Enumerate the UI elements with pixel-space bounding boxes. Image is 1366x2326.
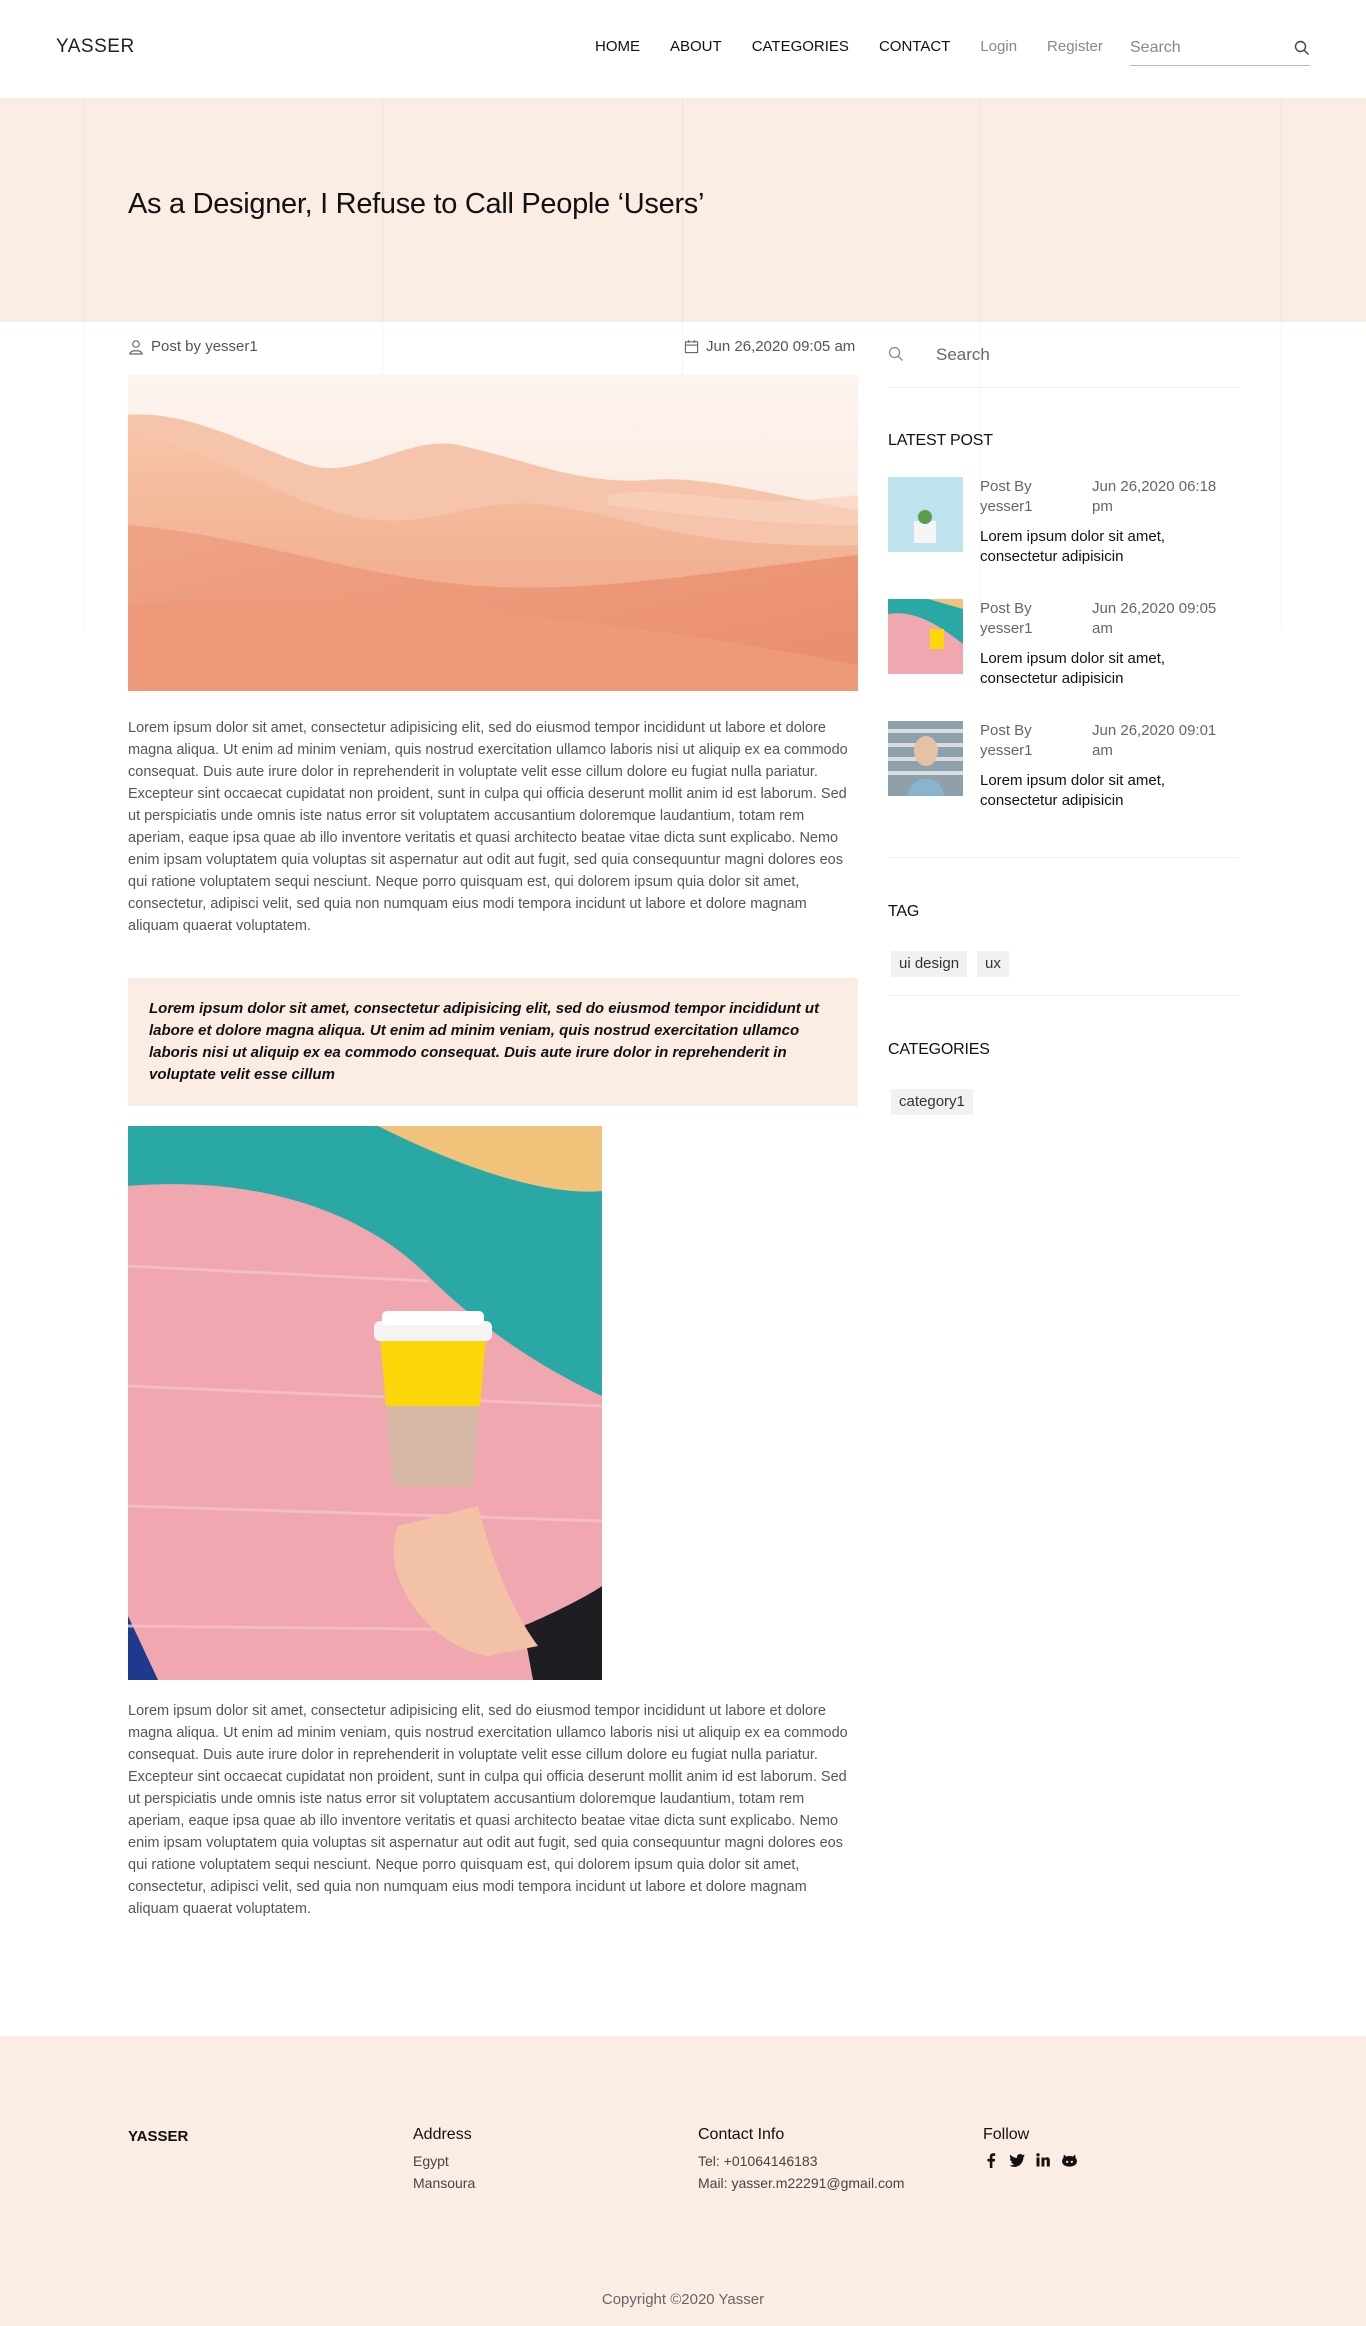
post-image-coffee-cup [128, 1126, 602, 1680]
user-icon [129, 339, 143, 355]
footer-contact: Contact Info Tel: +01064146183 Mail: yas… [698, 2126, 904, 2194]
facebook-icon[interactable] [983, 2152, 999, 2168]
footer-address-line: Egypt [413, 2153, 449, 2169]
latest-post-item[interactable]: Post By yesser1 Jun 26,2020 06:18 pm Lor… [888, 477, 1238, 577]
post-paragraph-1: Lorem ipsum dolor sit amet, consectetur … [128, 720, 848, 934]
twitter-icon[interactable] [1009, 2152, 1025, 2168]
footer-address-line: Mansoura [413, 2175, 476, 2191]
nav-home[interactable]: HOME [595, 38, 640, 55]
social-links [983, 2152, 1077, 2168]
calendar-icon [684, 339, 699, 354]
latest-post-author: Post By yesser1 [980, 478, 1033, 515]
sidebar-divider [888, 857, 1238, 858]
latest-post-title[interactable]: Lorem ipsum dolor sit amet, consectetur … [980, 527, 1240, 567]
footer-follow-heading: Follow [983, 2126, 1030, 2143]
tag-chip-ui-design[interactable]: ui design [891, 951, 968, 977]
sidebar-search-input[interactable] [936, 340, 1216, 370]
tag-heading: TAG [888, 903, 920, 920]
sidebar-search [888, 338, 1238, 388]
latest-post-author: Post By yesser1 [980, 600, 1033, 637]
footer-contact-mail[interactable]: Mail: yasser.m22291@gmail.com [698, 2172, 904, 2194]
decorative-grid-line [1281, 98, 1282, 628]
footer-contact-tel[interactable]: Tel: +01064146183 [698, 2150, 904, 2172]
nav-login[interactable]: Login [980, 38, 1017, 55]
latest-post-title[interactable]: Lorem ipsum dolor sit amet, consectetur … [980, 771, 1240, 811]
site-footer: YASSER Address Egypt Mansoura Contact In… [0, 2036, 1366, 2326]
post-blockquote: Lorem ipsum dolor sit amet, consectetur … [128, 978, 858, 1106]
footer-address: Address Egypt Mansoura [413, 2126, 475, 2194]
page-title: As a Designer, I Refuse to Call People ‘… [128, 188, 705, 220]
post-date-text: Jun 26,2020 09:05 am [706, 338, 856, 355]
site-header: YASSER HOME ABOUT CATEGORIES CONTACT Log… [0, 0, 1366, 98]
nav-categories[interactable]: CATEGORIES [752, 38, 849, 55]
github-icon[interactable] [1061, 2152, 1077, 2168]
copyright: Copyright ©2020 Yasser [601, 2291, 765, 2308]
latest-post-author: Post By yesser1 [980, 722, 1033, 759]
nav-contact[interactable]: CONTACT [879, 38, 950, 55]
nav-about[interactable]: ABOUT [670, 38, 722, 55]
latest-post-item[interactable]: Post By yesser1 Jun 26,2020 09:01 am Lor… [888, 721, 1238, 821]
post-date: Jun 26,2020 09:05 am [684, 338, 855, 355]
latest-post-date: Jun 26,2020 09:05 am [1092, 600, 1217, 637]
post-paragraph-2: Lorem ipsum dolor sit amet, consectetur … [128, 1703, 848, 1917]
post-hero-image-desert [128, 375, 858, 691]
post-author-text: Post by yesser1 [151, 338, 258, 355]
sidebar-divider [888, 995, 1238, 996]
post-author: Post by yesser1 [128, 338, 258, 355]
footer-brand: YASSER [128, 2128, 189, 2145]
search-icon[interactable] [1294, 40, 1310, 56]
header-search [1130, 34, 1310, 66]
latest-post-thumbnail[interactable] [888, 599, 963, 674]
latest-post-title[interactable]: Lorem ipsum dolor sit amet, consectetur … [980, 649, 1240, 689]
categories-heading: CATEGORIES [888, 1041, 990, 1058]
search-icon[interactable] [888, 346, 904, 362]
hero-banner: As a Designer, I Refuse to Call People ‘… [0, 98, 1366, 322]
linkedin-icon[interactable] [1035, 2152, 1051, 2168]
decorative-grid-line [84, 98, 85, 628]
header-search-input[interactable] [1130, 34, 1280, 62]
footer-follow: Follow [983, 2126, 1077, 2168]
latest-post-date: Jun 26,2020 09:01 am [1092, 722, 1217, 759]
site-logo[interactable]: YASSER [56, 36, 135, 58]
latest-post-item[interactable]: Post By yesser1 Jun 26,2020 09:05 am Lor… [888, 599, 1238, 699]
category-chip-category1[interactable]: category1 [891, 1089, 973, 1115]
latest-post-date: Jun 26,2020 06:18 pm [1092, 478, 1217, 515]
latest-post-heading: LATEST POST [888, 432, 993, 449]
footer-address-heading: Address [413, 2126, 472, 2143]
latest-post-thumbnail[interactable] [888, 477, 963, 552]
nav-register[interactable]: Register [1047, 38, 1103, 55]
footer-contact-heading: Contact Info [698, 2126, 785, 2143]
latest-post-thumbnail[interactable] [888, 721, 963, 796]
tag-chip-ux[interactable]: ux [977, 951, 1009, 977]
main-nav: HOME ABOUT CATEGORIES CONTACT Login Regi… [595, 38, 1133, 55]
